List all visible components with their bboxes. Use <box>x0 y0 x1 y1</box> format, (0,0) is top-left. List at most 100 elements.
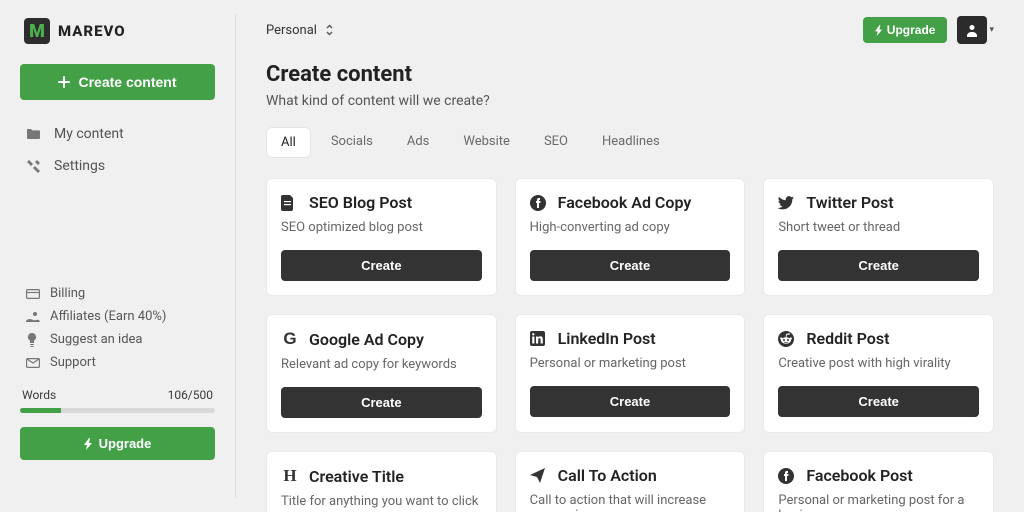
avatar-icon <box>957 16 987 44</box>
send-icon <box>530 468 548 483</box>
card-title: Call To Action <box>558 466 657 485</box>
content-card: Call To Action Call to action that will i… <box>515 451 746 512</box>
card-title: Twitter Post <box>806 193 893 212</box>
card-title: LinkedIn Post <box>558 329 656 348</box>
content-tabs: AllSocialsAdsWebsiteSEOHeadlines <box>266 127 994 158</box>
card-create-button[interactable]: Create <box>778 386 979 417</box>
content-card: LinkedIn Post Personal or marketing post C… <box>515 314 746 433</box>
card-title-row: Facebook Ad Copy <box>530 193 731 212</box>
sidebar-item-label: Settings <box>54 158 105 174</box>
brand-logo: M MAREVO <box>20 18 215 44</box>
create-content-button[interactable]: Create content <box>20 64 215 100</box>
linkedin-icon <box>530 331 548 346</box>
sidebar-item-affiliates[interactable]: Affiliates (Earn 40%) <box>20 305 215 328</box>
usage-progress <box>20 408 215 413</box>
card-description: Call to action that will increase conver… <box>530 493 731 512</box>
tab-all[interactable]: All <box>266 127 311 158</box>
title-h-icon: H <box>281 466 299 486</box>
card-create-button[interactable]: Create <box>281 387 482 418</box>
bolt-icon <box>875 25 883 36</box>
card-create-button[interactable]: Create <box>530 250 731 281</box>
upgrade-label: Upgrade <box>99 436 152 451</box>
card-title: SEO Blog Post <box>309 193 412 212</box>
content-cards-grid: SEO Blog Post SEO optimized blog post Crea… <box>266 178 994 512</box>
card-description: Creative post with high virality <box>778 356 979 374</box>
sidebar-item-label: My content <box>54 126 124 142</box>
card-title-row: SEO Blog Post <box>281 193 482 212</box>
content-card: Facebook Post Personal or marketing post … <box>763 451 994 512</box>
page-subtitle: What kind of content will we create? <box>266 93 994 109</box>
card-description: Short tweet or thread <box>778 220 979 238</box>
sidebar-item-my-content[interactable]: My content <box>20 118 215 150</box>
card-description: Personal or marketing post for a busines… <box>778 493 979 512</box>
topbar-upgrade-button[interactable]: Upgrade <box>863 17 948 43</box>
tab-seo[interactable]: SEO <box>530 127 582 158</box>
card-description: SEO optimized blog post <box>281 220 482 238</box>
card-description: Title for anything you want to click on <box>281 494 482 512</box>
content-card: Twitter Post Short tweet or thread Create <box>763 178 994 296</box>
tab-headlines[interactable]: Headlines <box>588 127 674 158</box>
tools-icon <box>26 159 42 174</box>
tab-ads[interactable]: Ads <box>393 127 444 158</box>
card-create-button[interactable]: Create <box>281 250 482 281</box>
card-description: Relevant ad copy for keywords <box>281 357 482 375</box>
account-menu[interactable]: ▾ <box>957 16 994 44</box>
sidebar-item-support[interactable]: Support <box>20 351 215 374</box>
workspace-selector[interactable]: Personal <box>266 23 334 38</box>
card-title: Reddit Post <box>806 329 889 348</box>
card-create-button[interactable]: Create <box>778 250 979 281</box>
content-card: H Creative Title Title for anything you wa… <box>266 451 497 512</box>
card-title: Facebook Ad Copy <box>558 193 692 212</box>
plus-icon <box>58 76 70 88</box>
sidebar-item-billing[interactable]: Billing <box>20 282 215 305</box>
content-card: Reddit Post Creative post with high viral… <box>763 314 994 433</box>
brand-name: MAREVO <box>58 22 126 40</box>
card-create-button[interactable]: Create <box>530 386 731 417</box>
content-card: G Google Ad Copy Relevant ad copy for keyw… <box>266 314 497 433</box>
content-card: Facebook Ad Copy High-converting ad copy C… <box>515 178 746 296</box>
card-title: Facebook Post <box>806 466 912 485</box>
sidebar-item-label: Affiliates (Earn 40%) <box>50 309 166 324</box>
card-title-row: LinkedIn Post <box>530 329 731 348</box>
card-description: High-converting ad copy <box>530 220 731 238</box>
credit-card-icon <box>26 289 40 299</box>
card-title-row: G Google Ad Copy <box>281 329 482 349</box>
sidebar-item-suggest[interactable]: Suggest an idea <box>20 328 215 351</box>
envelope-icon <box>26 358 40 368</box>
facebook-icon <box>778 468 796 484</box>
reddit-icon <box>778 331 796 347</box>
hand-coin-icon <box>26 311 40 323</box>
card-title: Creative Title <box>309 467 404 486</box>
sidebar-item-label: Billing <box>50 286 85 301</box>
usage-progress-fill <box>20 408 61 413</box>
card-title-row: Twitter Post <box>778 193 979 212</box>
card-title: Google Ad Copy <box>309 330 424 349</box>
upgrade-label: Upgrade <box>887 23 936 37</box>
tab-socials[interactable]: Socials <box>317 127 387 158</box>
page-title: Create content <box>266 62 994 87</box>
sidebar-item-settings[interactable]: Settings <box>20 150 215 182</box>
card-title-row: Reddit Post <box>778 329 979 348</box>
card-title-row: Facebook Post <box>778 466 979 485</box>
create-content-label: Create content <box>78 74 176 90</box>
brand-mark-icon: M <box>24 18 50 44</box>
lightbulb-icon <box>26 333 40 347</box>
card-title-row: H Creative Title <box>281 466 482 486</box>
twitter-icon <box>778 196 796 210</box>
google-icon: G <box>281 329 299 349</box>
card-description: Personal or marketing post <box>530 356 731 374</box>
tab-website[interactable]: Website <box>449 127 524 158</box>
workspace-label: Personal <box>266 23 317 38</box>
sort-icon <box>325 24 334 36</box>
sidebar-upgrade-button[interactable]: Upgrade <box>20 427 215 460</box>
bolt-icon <box>84 438 93 450</box>
usage-value: 106/500 <box>168 388 213 402</box>
folder-icon <box>26 128 42 140</box>
usage-label: Words <box>22 388 56 402</box>
card-title-row: Call To Action <box>530 466 731 485</box>
sidebar-item-label: Suggest an idea <box>50 332 143 347</box>
chevron-down-icon: ▾ <box>989 25 994 35</box>
facebook-icon <box>530 195 548 211</box>
file-icon <box>281 195 299 211</box>
sidebar-item-label: Support <box>50 355 96 370</box>
